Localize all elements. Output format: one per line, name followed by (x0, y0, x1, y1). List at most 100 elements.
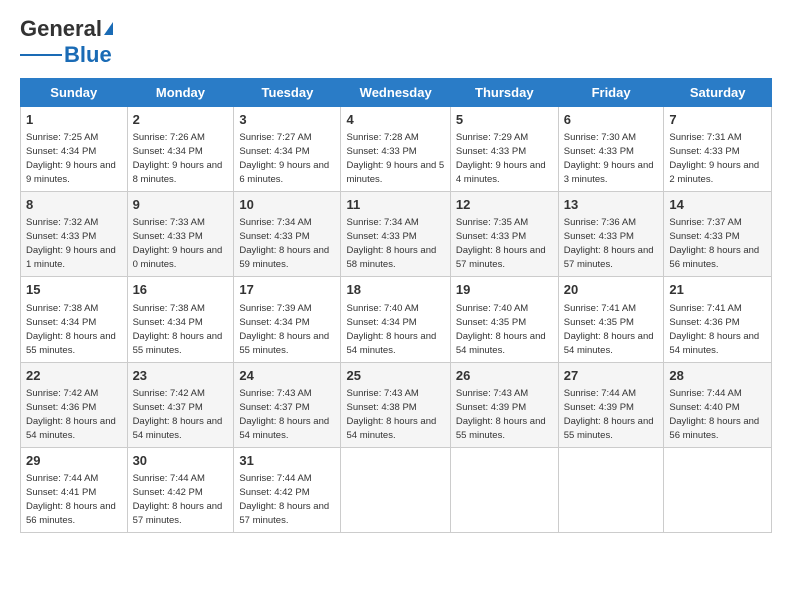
day-header-thursday: Thursday (450, 79, 558, 107)
day-info: Sunrise: 7:36 AMSunset: 4:33 PMDaylight:… (564, 217, 654, 270)
logo-line (20, 54, 62, 56)
day-cell: 30 Sunrise: 7:44 AMSunset: 4:42 PMDayligh… (127, 447, 234, 532)
day-number: 17 (239, 281, 335, 299)
day-header-tuesday: Tuesday (234, 79, 341, 107)
day-info: Sunrise: 7:33 AMSunset: 4:33 PMDaylight:… (133, 217, 223, 270)
day-number: 3 (239, 111, 335, 129)
calendar: SundayMondayTuesdayWednesdayThursdayFrid… (20, 78, 772, 533)
day-info: Sunrise: 7:44 AMSunset: 4:41 PMDaylight:… (26, 473, 116, 526)
day-info: Sunrise: 7:38 AMSunset: 4:34 PMDaylight:… (26, 303, 116, 356)
day-number: 9 (133, 196, 229, 214)
day-cell: 9 Sunrise: 7:33 AMSunset: 4:33 PMDaylight… (127, 192, 234, 277)
day-cell: 13 Sunrise: 7:36 AMSunset: 4:33 PMDayligh… (558, 192, 664, 277)
day-cell: 18Sunrise: 7:40 AMSunset: 4:34 PMDayligh… (341, 277, 450, 362)
calendar-body: 1Sunrise: 7:25 AMSunset: 4:34 PMDaylight… (21, 107, 772, 533)
day-info: Sunrise: 7:39 AMSunset: 4:34 PMDaylight:… (239, 303, 329, 356)
logo-triangle-icon (104, 22, 113, 35)
day-number: 22 (26, 367, 122, 385)
week-row-4: 22 Sunrise: 7:42 AMSunset: 4:36 PMDayligh… (21, 362, 772, 447)
day-cell (558, 447, 664, 532)
day-cell: 25 Sunrise: 7:43 AMSunset: 4:38 PMDayligh… (341, 362, 450, 447)
day-info: Sunrise: 7:37 AMSunset: 4:33 PMDaylight:… (669, 217, 759, 270)
day-number: 29 (26, 452, 122, 470)
day-cell: 3 Sunrise: 7:27 AMSunset: 4:34 PMDaylight… (234, 107, 341, 192)
day-cell: 16 Sunrise: 7:38 AMSunset: 4:34 PMDayligh… (127, 277, 234, 362)
day-cell: 6 Sunrise: 7:30 AMSunset: 4:33 PMDaylight… (558, 107, 664, 192)
day-info: Sunrise: 7:32 AMSunset: 4:33 PMDaylight:… (26, 217, 116, 270)
day-info: Sunrise: 7:30 AMSunset: 4:33 PMDaylight:… (564, 132, 654, 185)
day-number: 30 (133, 452, 229, 470)
day-cell: 2Sunrise: 7:26 AMSunset: 4:34 PMDaylight… (127, 107, 234, 192)
day-info: Sunrise: 7:41 AMSunset: 4:35 PMDaylight:… (564, 303, 654, 356)
day-number: 7 (669, 111, 766, 129)
day-info: Sunrise: 7:31 AMSunset: 4:33 PMDaylight:… (669, 132, 759, 185)
day-info: Sunrise: 7:27 AMSunset: 4:34 PMDaylight:… (239, 132, 329, 185)
day-number: 6 (564, 111, 659, 129)
day-number: 11 (346, 196, 444, 214)
day-number: 31 (239, 452, 335, 470)
logo-blue: Blue (64, 42, 112, 68)
day-number: 10 (239, 196, 335, 214)
week-row-5: 29 Sunrise: 7:44 AMSunset: 4:41 PMDayligh… (21, 447, 772, 532)
day-info: Sunrise: 7:43 AMSunset: 4:38 PMDaylight:… (346, 388, 436, 441)
day-info: Sunrise: 7:34 AMSunset: 4:33 PMDaylight:… (239, 217, 329, 270)
day-number: 26 (456, 367, 553, 385)
day-cell: 17 Sunrise: 7:39 AMSunset: 4:34 PMDayligh… (234, 277, 341, 362)
day-number: 20 (564, 281, 659, 299)
day-number: 12 (456, 196, 553, 214)
day-number: 2 (133, 111, 229, 129)
day-cell: 24 Sunrise: 7:43 AMSunset: 4:37 PMDayligh… (234, 362, 341, 447)
day-info: Sunrise: 7:42 AMSunset: 4:37 PMDaylight:… (133, 388, 223, 441)
day-info: Sunrise: 7:43 AMSunset: 4:37 PMDaylight:… (239, 388, 329, 441)
day-info: Sunrise: 7:44 AMSunset: 4:39 PMDaylight:… (564, 388, 654, 441)
day-info: Sunrise: 7:35 AMSunset: 4:33 PMDaylight:… (456, 217, 546, 270)
day-cell: 31 Sunrise: 7:44 AMSunset: 4:42 PMDayligh… (234, 447, 341, 532)
day-info: Sunrise: 7:38 AMSunset: 4:34 PMDaylight:… (133, 303, 223, 356)
day-cell: 1Sunrise: 7:25 AMSunset: 4:34 PMDaylight… (21, 107, 128, 192)
day-cell: 29 Sunrise: 7:44 AMSunset: 4:41 PMDayligh… (21, 447, 128, 532)
day-number: 19 (456, 281, 553, 299)
day-info: Sunrise: 7:25 AMSunset: 4:34 PMDaylight:… (26, 132, 116, 185)
day-cell: 26 Sunrise: 7:43 AMSunset: 4:39 PMDayligh… (450, 362, 558, 447)
day-header-friday: Friday (558, 79, 664, 107)
day-number: 16 (133, 281, 229, 299)
day-cell: 22 Sunrise: 7:42 AMSunset: 4:36 PMDayligh… (21, 362, 128, 447)
day-cell: 20 Sunrise: 7:41 AMSunset: 4:35 PMDayligh… (558, 277, 664, 362)
day-cell: 14 Sunrise: 7:37 AMSunset: 4:33 PMDayligh… (664, 192, 772, 277)
day-number: 25 (346, 367, 444, 385)
day-number: 27 (564, 367, 659, 385)
day-cell: 12 Sunrise: 7:35 AMSunset: 4:33 PMDayligh… (450, 192, 558, 277)
day-cell: 4Sunrise: 7:28 AMSunset: 4:33 PMDaylight… (341, 107, 450, 192)
day-cell: 28Sunrise: 7:44 AMSunset: 4:40 PMDayligh… (664, 362, 772, 447)
day-number: 14 (669, 196, 766, 214)
day-cell: 7 Sunrise: 7:31 AMSunset: 4:33 PMDaylight… (664, 107, 772, 192)
day-header-wednesday: Wednesday (341, 79, 450, 107)
day-info: Sunrise: 7:42 AMSunset: 4:36 PMDaylight:… (26, 388, 116, 441)
calendar-header-row: SundayMondayTuesdayWednesdayThursdayFrid… (21, 79, 772, 107)
day-number: 15 (26, 281, 122, 299)
day-cell: 23 Sunrise: 7:42 AMSunset: 4:37 PMDayligh… (127, 362, 234, 447)
day-number: 23 (133, 367, 229, 385)
day-number: 18 (346, 281, 444, 299)
day-number: 24 (239, 367, 335, 385)
day-info: Sunrise: 7:44 AMSunset: 4:42 PMDaylight:… (133, 473, 223, 526)
day-header-monday: Monday (127, 79, 234, 107)
day-info: Sunrise: 7:43 AMSunset: 4:39 PMDaylight:… (456, 388, 546, 441)
logo-general: General (20, 16, 102, 42)
header: General Blue (20, 16, 772, 68)
day-cell (450, 447, 558, 532)
day-number: 13 (564, 196, 659, 214)
day-header-saturday: Saturday (664, 79, 772, 107)
day-cell: 27 Sunrise: 7:44 AMSunset: 4:39 PMDayligh… (558, 362, 664, 447)
day-info: Sunrise: 7:44 AMSunset: 4:42 PMDaylight:… (239, 473, 329, 526)
day-cell: 21Sunrise: 7:41 AMSunset: 4:36 PMDayligh… (664, 277, 772, 362)
day-info: Sunrise: 7:29 AMSunset: 4:33 PMDaylight:… (456, 132, 546, 185)
day-info: Sunrise: 7:34 AMSunset: 4:33 PMDaylight:… (346, 217, 436, 270)
page: General Blue SundayMondayTuesdayWednesda… (0, 0, 792, 612)
day-number: 28 (669, 367, 766, 385)
day-cell (664, 447, 772, 532)
day-number: 8 (26, 196, 122, 214)
day-cell: 11 Sunrise: 7:34 AMSunset: 4:33 PMDayligh… (341, 192, 450, 277)
day-number: 5 (456, 111, 553, 129)
day-cell: 5 Sunrise: 7:29 AMSunset: 4:33 PMDaylight… (450, 107, 558, 192)
